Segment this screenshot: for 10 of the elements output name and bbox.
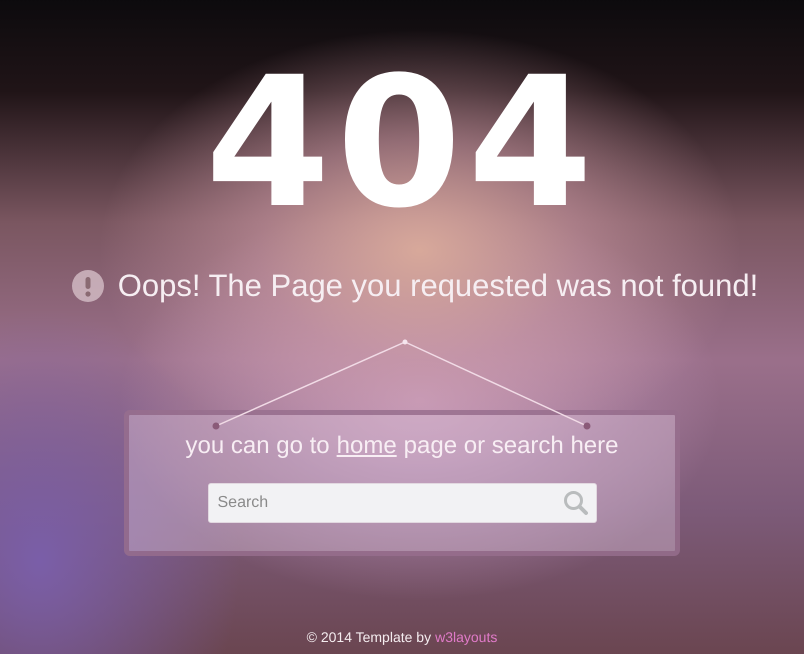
sign-text: you can go to: [186, 431, 330, 461]
error-code-heading: 404: [205, 44, 599, 244]
copyright-text: © 2014 Template by: [306, 628, 432, 647]
w3layouts-link[interactable]: w3layouts: [435, 627, 498, 647]
error-message: Oops! The Page you requested was not found!: [118, 267, 758, 305]
search-icon[interactable]: [562, 490, 588, 516]
warning-icon: [72, 270, 104, 302]
home-link[interactable]: home: [336, 429, 397, 463]
search-field[interactable]: Search: [208, 483, 596, 523]
sign-text: page or search here: [404, 431, 618, 461]
